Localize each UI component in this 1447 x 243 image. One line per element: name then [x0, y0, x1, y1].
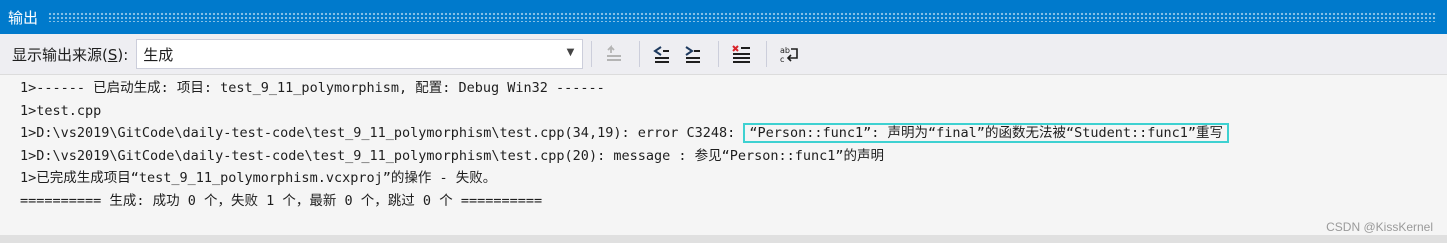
output-source-dropdown[interactable]: 生成 ▼	[136, 39, 584, 69]
horizontal-scrollbar[interactable]	[0, 235, 1447, 243]
panel-title: 输出	[8, 8, 39, 27]
source-label: 显示输出来源(S):	[12, 44, 128, 65]
next-message-icon	[685, 46, 701, 63]
highlighted-error-message: “Person::func1”: 声明为“final”的函数无法被“Studen…	[743, 123, 1229, 143]
svg-text:ab: ab	[780, 46, 790, 55]
source-label-prefix: 显示输出来源(	[12, 45, 108, 64]
chevron-down-icon: ▼	[566, 47, 575, 58]
clear-all-button[interactable]	[727, 40, 755, 68]
toolbar-separator	[639, 41, 641, 67]
previous-message-icon	[653, 46, 670, 63]
toolbar-separator	[766, 41, 768, 67]
output-line: 1>已完成生成项目“test_9_11_polymorphism.vcxproj…	[20, 170, 497, 186]
error-location: 1>D:\vs2019\GitCode\daily-test-code\test…	[20, 125, 744, 141]
output-panel-titlebar: 输出	[0, 0, 1447, 34]
clear-all-icon	[732, 45, 751, 63]
titlebar-grip[interactable]	[48, 12, 1437, 22]
output-line: 1>------ 已启动生成: 项目: test_9_11_polymorphi…	[20, 80, 605, 96]
goto-code-icon	[607, 44, 622, 61]
source-label-suffix: ):	[117, 45, 129, 64]
output-line: 1>test.cpp	[20, 102, 102, 119]
watermark: CSDN @KissKernel	[1326, 220, 1433, 234]
output-line: ========== 生成: 成功 0 个，失败 1 个，最新 0 个，跳过 0…	[20, 192, 543, 209]
find-message-in-code-button[interactable]	[600, 40, 628, 68]
toggle-word-wrap-button[interactable]: ab c	[775, 40, 803, 68]
svg-text:c: c	[780, 55, 784, 64]
previous-message-button[interactable]	[648, 40, 676, 68]
source-label-accesskey: S	[107, 45, 118, 64]
output-line: 1>D:\vs2019\GitCode\daily-test-code\test…	[20, 147, 885, 164]
next-message-button[interactable]	[679, 40, 707, 68]
output-text-area[interactable]: 1>------ 已启动生成: 项目: test_9_11_polymorphi…	[0, 74, 1447, 235]
output-line-error: 1>D:\vs2019\GitCode\daily-test-code\test…	[20, 122, 1447, 145]
word-wrap-icon: ab c	[780, 46, 799, 64]
output-source-value: 生成	[143, 45, 174, 64]
output-toolbar: 显示输出来源(S): 生成 ▼ ab c	[0, 34, 1447, 74]
toolbar-separator	[718, 41, 720, 67]
toolbar-separator	[591, 41, 593, 67]
